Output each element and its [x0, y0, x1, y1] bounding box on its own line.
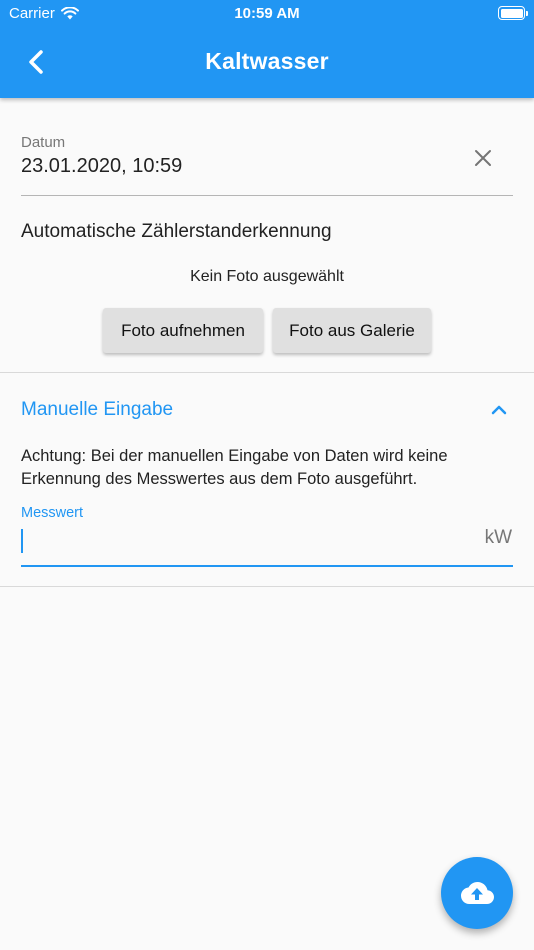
manual-entry-warning: Achtung: Bei der manuellen Eingabe von D… — [21, 447, 448, 488]
close-icon[interactable] — [471, 146, 495, 170]
measurement-input[interactable] — [21, 527, 461, 555]
auto-recognition-heading: Automatische Zählerstanderkennung — [21, 221, 332, 242]
manual-entry-title: Manuelle Eingabe — [21, 399, 174, 420]
cloud-upload-icon — [461, 882, 494, 904]
gallery-photo-button[interactable]: Foto aus Galerie — [273, 308, 431, 353]
measurement-field[interactable]: Messwert kW — [21, 505, 513, 567]
date-value[interactable]: 23.01.2020, 10:59 — [21, 155, 513, 178]
status-bar: Carrier 10:59 AM — [0, 0, 534, 28]
text-cursor — [21, 529, 23, 553]
photo-status: Kein Foto ausgewählt — [190, 268, 344, 285]
section-divider — [0, 372, 534, 373]
date-field[interactable]: Datum 23.01.2020, 10:59 — [21, 134, 513, 196]
date-label: Datum — [21, 134, 66, 151]
manual-entry-toggle[interactable]: Manuelle Eingabe — [0, 388, 534, 432]
app-bar: Carrier 10:59 AM Kaltwasser — [0, 0, 534, 98]
section-divider — [0, 586, 534, 587]
take-photo-button[interactable]: Foto aufnehmen — [103, 308, 263, 353]
measurement-label: Messwert — [21, 505, 84, 521]
chevron-up-icon — [491, 405, 507, 415]
battery-icon — [498, 6, 528, 20]
status-time: 10:59 AM — [234, 5, 300, 22]
measurement-unit: kW — [484, 527, 512, 548]
upload-button[interactable] — [441, 857, 513, 929]
page-title: Kaltwasser — [205, 48, 329, 74]
